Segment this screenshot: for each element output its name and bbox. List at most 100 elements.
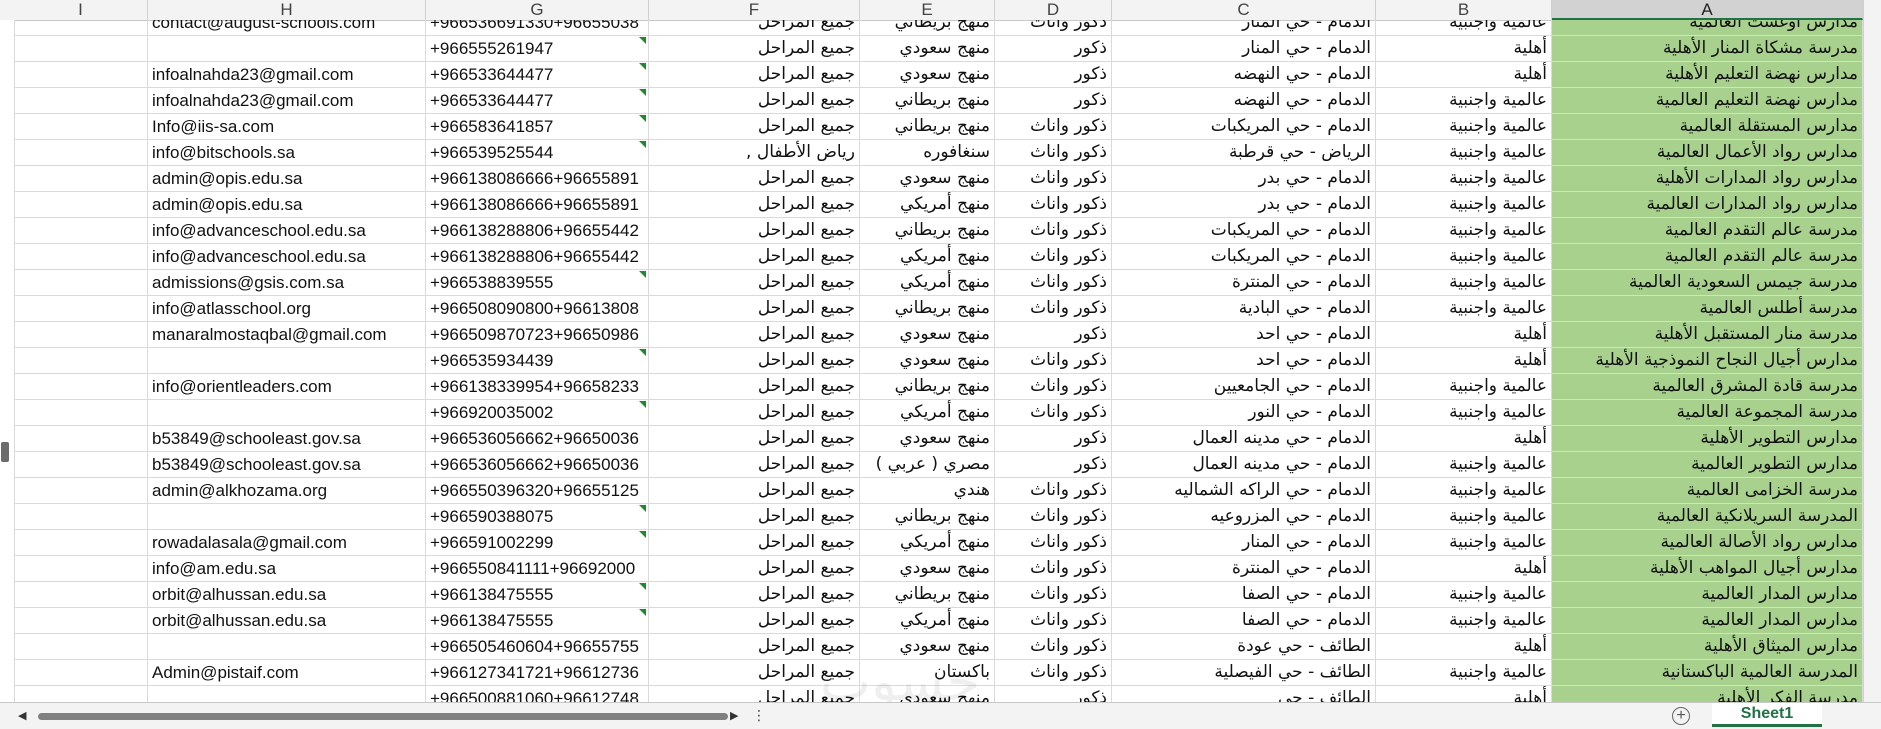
cell-i[interactable] — [14, 452, 148, 478]
cell-g[interactable]: +966500881060+96612748 — [426, 686, 649, 702]
cell-e[interactable]: منهج أمريكي — [860, 244, 995, 270]
cell-e[interactable]: منهج بريطاني — [860, 374, 995, 400]
cell-b[interactable]: عالمية واجنبية — [1376, 192, 1552, 218]
cell-d[interactable]: ذكور — [995, 426, 1112, 452]
cell-f[interactable]: جميع المراحل — [649, 20, 860, 36]
scroll-right-arrow-icon[interactable]: ▶ — [730, 710, 738, 722]
cell-g[interactable]: +966550396320+96655125 — [426, 478, 649, 504]
cell-b[interactable]: عالمية واجنبية — [1376, 140, 1552, 166]
column-header-a[interactable]: A — [1552, 0, 1863, 20]
add-sheet-button[interactable]: + — [1672, 707, 1690, 725]
cell-d[interactable]: ذكور واناث — [995, 114, 1112, 140]
cell-f[interactable]: جميع المراحل — [649, 504, 860, 530]
cell-grid[interactable]: مدارس اوغست العالمية عالمية واجنبية الدمام… — [0, 20, 1881, 702]
cell-b[interactable]: عالمية واجنبية — [1376, 608, 1552, 634]
column-header-e[interactable]: E — [860, 0, 995, 20]
cell-g[interactable]: +966555261947 — [426, 36, 649, 62]
cell-e[interactable]: منهج سعودي — [860, 556, 995, 582]
cell-e[interactable]: منهج سعودي — [860, 322, 995, 348]
cell-b[interactable]: أهلية — [1376, 348, 1552, 374]
cell-a[interactable]: مدارس أجيال النجاح النموذجية الأهلية — [1552, 348, 1863, 374]
more-options-icon[interactable]: ⋮ — [752, 707, 766, 724]
cell-f[interactable]: جميع المراحل — [649, 608, 860, 634]
cell-a[interactable]: مدارس رواد الأصالة العالمية — [1552, 530, 1863, 556]
cell-g[interactable]: +966591002299 — [426, 530, 649, 556]
column-header-b[interactable]: B — [1376, 0, 1552, 20]
cell-c[interactable]: الدمام - حي احد — [1112, 348, 1376, 374]
cell-c[interactable]: الدمام - حي المنار — [1112, 20, 1376, 36]
cell-b[interactable]: عالمية واجنبية — [1376, 114, 1552, 140]
cell-h[interactable]: info@orientleaders.com — [148, 374, 426, 400]
cell-g[interactable]: +966138288806+96655442 — [426, 218, 649, 244]
cell-g[interactable]: +966127341721+96612736 — [426, 660, 649, 686]
cell-h[interactable]: info@advanceschool.edu.sa — [148, 244, 426, 270]
cell-a[interactable]: مدارس اوغست العالمية — [1552, 20, 1863, 36]
cell-i[interactable] — [14, 114, 148, 140]
cell-h[interactable]: info@atlasschool.org — [148, 296, 426, 322]
cell-b[interactable]: عالمية واجنبية — [1376, 296, 1552, 322]
cell-b[interactable]: عالمية واجنبية — [1376, 88, 1552, 114]
cell-f[interactable]: جميع المراحل — [649, 244, 860, 270]
cell-d[interactable]: ذكور واناث — [995, 166, 1112, 192]
cell-f[interactable]: جميع المراحل — [649, 88, 860, 114]
cell-g[interactable]: +966505460604+96655755 — [426, 634, 649, 660]
cell-a[interactable]: مدارس المدار العالمية — [1552, 608, 1863, 634]
cell-d[interactable]: ذكور واناث — [995, 296, 1112, 322]
cell-e[interactable]: منهج سعودي — [860, 686, 995, 702]
cell-b[interactable]: عالمية واجنبية — [1376, 400, 1552, 426]
cell-d[interactable]: ذكور — [995, 36, 1112, 62]
cell-f[interactable]: جميع المراحل — [649, 36, 860, 62]
cell-g[interactable]: +966536056662+96650036 — [426, 452, 649, 478]
cell-d[interactable]: ذكور واناث — [995, 556, 1112, 582]
cell-f[interactable]: جميع المراحل — [649, 634, 860, 660]
cell-g[interactable]: +966539525544 — [426, 140, 649, 166]
cell-f[interactable]: جميع المراحل — [649, 374, 860, 400]
cell-c[interactable]: الدمام - حي النهضه — [1112, 62, 1376, 88]
cell-a[interactable]: مدرسة عالم التقدم العالمية — [1552, 244, 1863, 270]
cell-i[interactable] — [14, 62, 148, 88]
cell-e[interactable]: منهج سعودي — [860, 36, 995, 62]
cell-c[interactable]: الدمام - حي النور — [1112, 400, 1376, 426]
cell-a[interactable]: مدارس المدار العالمية — [1552, 582, 1863, 608]
cell-g[interactable]: +966138086666+96655891 — [426, 192, 649, 218]
cell-a[interactable]: مدرسة الخزامى العالمية — [1552, 478, 1863, 504]
cell-d[interactable]: ذكور واناث — [995, 660, 1112, 686]
cell-f[interactable]: جميع المراحل — [649, 322, 860, 348]
cell-i[interactable] — [14, 426, 148, 452]
cell-e[interactable]: مصري ( عربي ) — [860, 452, 995, 478]
cell-a[interactable]: مدارس أجيال المواهب الأهلية — [1552, 556, 1863, 582]
cell-a[interactable]: مدارس رواد المدارات الأهلية — [1552, 166, 1863, 192]
cell-i[interactable] — [14, 88, 148, 114]
cell-g[interactable]: +966536056662+96650036 — [426, 426, 649, 452]
cell-b[interactable]: عالمية واجنبية — [1376, 582, 1552, 608]
cell-h[interactable]: Admin@pistaif.com — [148, 660, 426, 686]
cell-g[interactable]: +966533644477 — [426, 88, 649, 114]
cell-i[interactable] — [14, 608, 148, 634]
cell-a[interactable]: مدرسة مشكاة المنار الأهلية — [1552, 36, 1863, 62]
cell-h[interactable] — [148, 634, 426, 660]
cell-a[interactable]: مدرسة منار المستقبل الأهلية — [1552, 322, 1863, 348]
cell-g[interactable]: +966138086666+96655891 — [426, 166, 649, 192]
cell-c[interactable]: الدمام - حي الراكه الشماليه — [1112, 478, 1376, 504]
cell-h[interactable]: b53849@schooleast.gov.sa — [148, 452, 426, 478]
cell-b[interactable]: عالمية واجنبية — [1376, 270, 1552, 296]
cell-i[interactable] — [14, 166, 148, 192]
cell-c[interactable]: الدمام - حي المريكبات — [1112, 244, 1376, 270]
cell-g[interactable]: +966590388075 — [426, 504, 649, 530]
cell-e[interactable]: منهج بريطاني — [860, 504, 995, 530]
cell-e[interactable]: منهج أمريكي — [860, 400, 995, 426]
cell-f[interactable]: جميع المراحل — [649, 530, 860, 556]
cell-g[interactable]: +966550841111+96692000 — [426, 556, 649, 582]
cell-f[interactable]: جميع المراحل — [649, 686, 860, 702]
column-header-g[interactable]: G — [426, 0, 649, 20]
cell-a[interactable]: مدرسة عالم التقدم العالمية — [1552, 218, 1863, 244]
cell-f[interactable]: جميع المراحل — [649, 400, 860, 426]
cell-b[interactable]: عالمية واجنبية — [1376, 504, 1552, 530]
cell-e[interactable]: منهج سعودي — [860, 348, 995, 374]
cell-i[interactable] — [14, 192, 148, 218]
cell-h[interactable]: Info@iis-sa.com — [148, 114, 426, 140]
cell-g[interactable]: +966583641857 — [426, 114, 649, 140]
cell-a[interactable]: مدارس المستقلة العالمية — [1552, 114, 1863, 140]
cell-d[interactable]: ذكور واناث — [995, 20, 1112, 36]
cell-d[interactable]: ذكور واناث — [995, 192, 1112, 218]
